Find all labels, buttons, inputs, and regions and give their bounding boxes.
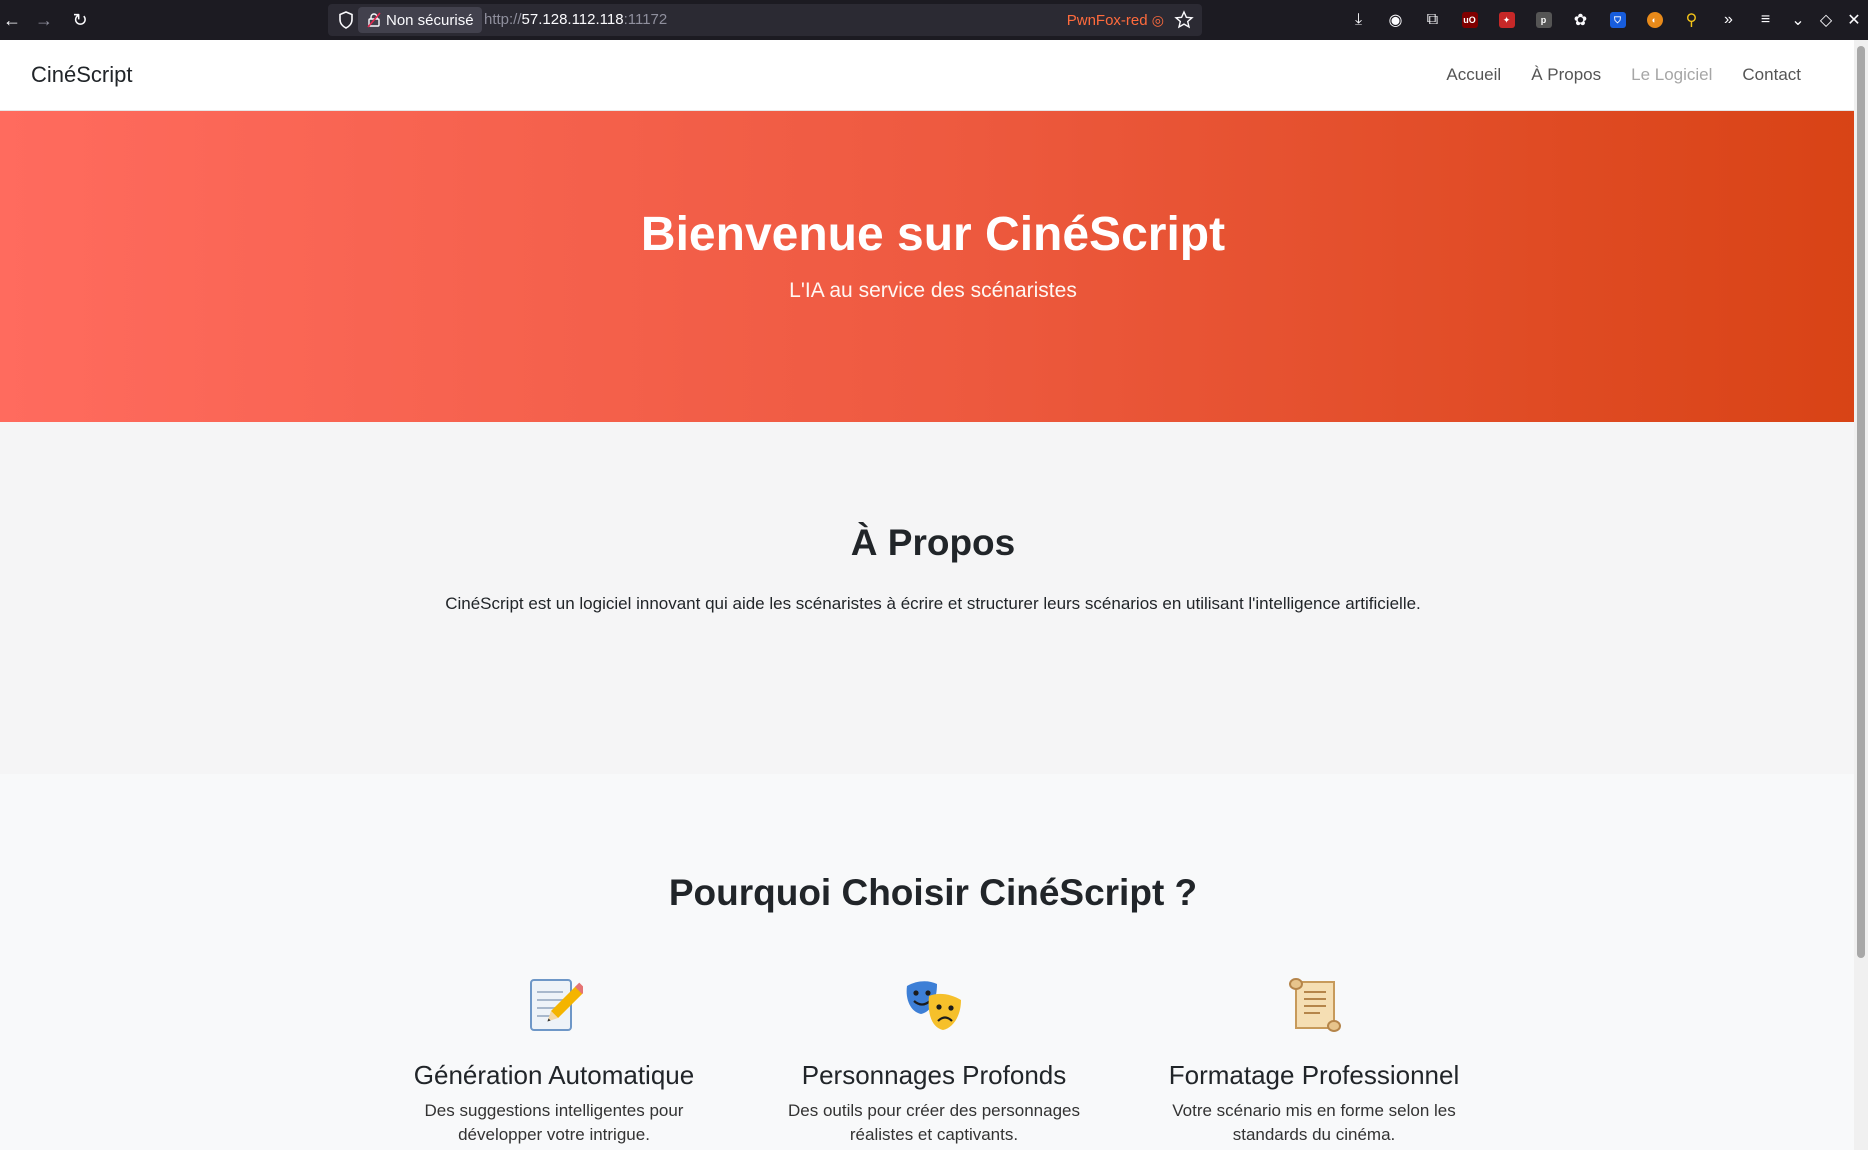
nav-link-accueil[interactable]: Accueil xyxy=(1431,65,1516,85)
url-scheme: http:// xyxy=(484,11,522,28)
site-navbar: CinéScript Accueil À Propos Le Logiciel … xyxy=(0,40,1866,111)
hamburger-menu-icon[interactable]: ≡ xyxy=(1747,0,1784,40)
proxy-extension-icon[interactable]: p xyxy=(1525,0,1562,40)
feature-title: Génération Automatique xyxy=(413,1060,695,1090)
minimize-chevron-icon[interactable]: ⌄ xyxy=(1784,0,1812,40)
features-section: Pourquoi Choisir CinéScript ? Génération… xyxy=(0,774,1866,1150)
cookie-icon[interactable]: ✿ xyxy=(1562,0,1599,40)
page-scrollbar[interactable] xyxy=(1854,40,1868,1150)
ublock-origin-icon[interactable]: uO xyxy=(1451,0,1488,40)
reload-icon[interactable]: ↻ xyxy=(68,8,92,32)
address-bar[interactable]: Non sécurisé http://57.128.112.118:11172… xyxy=(328,4,1202,36)
bookmark-star-icon[interactable] xyxy=(1174,10,1194,30)
features-title: Pourquoi Choisir CinéScript ? xyxy=(668,872,1198,913)
about-section: À Propos CinéScript est un logiciel inno… xyxy=(0,422,1866,774)
connection-not-secure-badge[interactable]: Non sécurisé xyxy=(358,7,482,33)
feature-title: Personnages Profonds xyxy=(801,1060,1067,1090)
web-page: CinéScript Accueil À Propos Le Logiciel … xyxy=(0,40,1868,1150)
browser-toolbar: ← → ↻ Non sécurisé http://57.128.112.118… xyxy=(0,0,1868,40)
feature-text: Des suggestions intelligentes pour dével… xyxy=(424,1101,684,1144)
url-host: 57.128.112.118 xyxy=(521,11,624,28)
account-icon[interactable]: ◉ xyxy=(1377,0,1414,40)
memo-icon xyxy=(384,974,724,1036)
feature-text: Votre scénario mis en forme selon les st… xyxy=(1172,1101,1456,1144)
hero-banner: Bienvenue sur CinéScript L'IA au service… xyxy=(0,111,1866,422)
url-port: :11172 xyxy=(623,11,668,28)
nav-link-le-logiciel[interactable]: Le Logiciel xyxy=(1616,65,1727,85)
overflow-chevrons-icon[interactable]: » xyxy=(1710,0,1747,40)
site-nav-links: Accueil À Propos Le Logiciel Contact xyxy=(1431,40,1816,110)
downloads-icon[interactable]: ⤓ xyxy=(1340,0,1377,40)
hero-title: Bienvenue sur CinéScript xyxy=(640,208,1226,261)
fingerprint-icon: ◎ xyxy=(1151,12,1164,28)
theater-masks-icon xyxy=(764,974,1104,1036)
feature-card: Personnages Profonds Des outils pour cré… xyxy=(764,974,1104,1147)
container-tab-label[interactable]: PwnFox-red ◎ xyxy=(1067,4,1164,36)
insecure-lock-icon xyxy=(367,12,381,28)
extensions-toolbar: ⤓ ◉ ⧉ uO ✦ p ✿ ⛉ ◐ ⚲ » ≡ ⌄ ◇ ✕ xyxy=(1340,0,1868,40)
security-label: Non sécurisé xyxy=(386,11,474,29)
pwnfox-icon[interactable]: ✦ xyxy=(1488,0,1525,40)
feature-title: Formatage Professionnel xyxy=(1168,1060,1460,1090)
nav-link-contact[interactable]: Contact xyxy=(1727,65,1816,85)
feature-text: Des outils pour créer des personnages ré… xyxy=(788,1101,1080,1144)
about-title: À Propos xyxy=(850,522,1016,563)
container-name: PwnFox-red xyxy=(1066,12,1148,29)
hero-subtitle: L'IA au service des scénaristes xyxy=(789,279,1077,302)
restore-diamond-icon[interactable]: ◇ xyxy=(1812,0,1840,40)
feature-card: Formatage Professionnel Votre scénario m… xyxy=(1144,974,1484,1147)
bitwarden-shield-icon[interactable]: ⛉ xyxy=(1599,0,1636,40)
close-window-icon[interactable]: ✕ xyxy=(1840,0,1868,40)
search-key-icon[interactable]: ⚲ xyxy=(1673,0,1710,40)
forward-arrow-icon[interactable]: → xyxy=(32,8,56,32)
nav-link-a-propos[interactable]: À Propos xyxy=(1516,65,1616,85)
feature-card: Génération Automatique Des suggestions i… xyxy=(384,974,724,1147)
scroll-icon xyxy=(1144,974,1484,1036)
site-brand-link[interactable]: CinéScript xyxy=(31,40,132,110)
about-text: CinéScript est un logiciel innovant qui … xyxy=(445,594,1421,613)
extensions-puzzle-icon[interactable]: ⧉ xyxy=(1414,0,1451,40)
url-text[interactable]: http://57.128.112.118:11172 xyxy=(484,4,667,36)
wappalyzer-icon[interactable]: ◐ xyxy=(1636,0,1673,40)
back-arrow-icon[interactable]: ← xyxy=(0,8,24,32)
tracking-protection-shield-icon[interactable] xyxy=(336,10,356,30)
scrollbar-thumb[interactable] xyxy=(1857,46,1865,958)
